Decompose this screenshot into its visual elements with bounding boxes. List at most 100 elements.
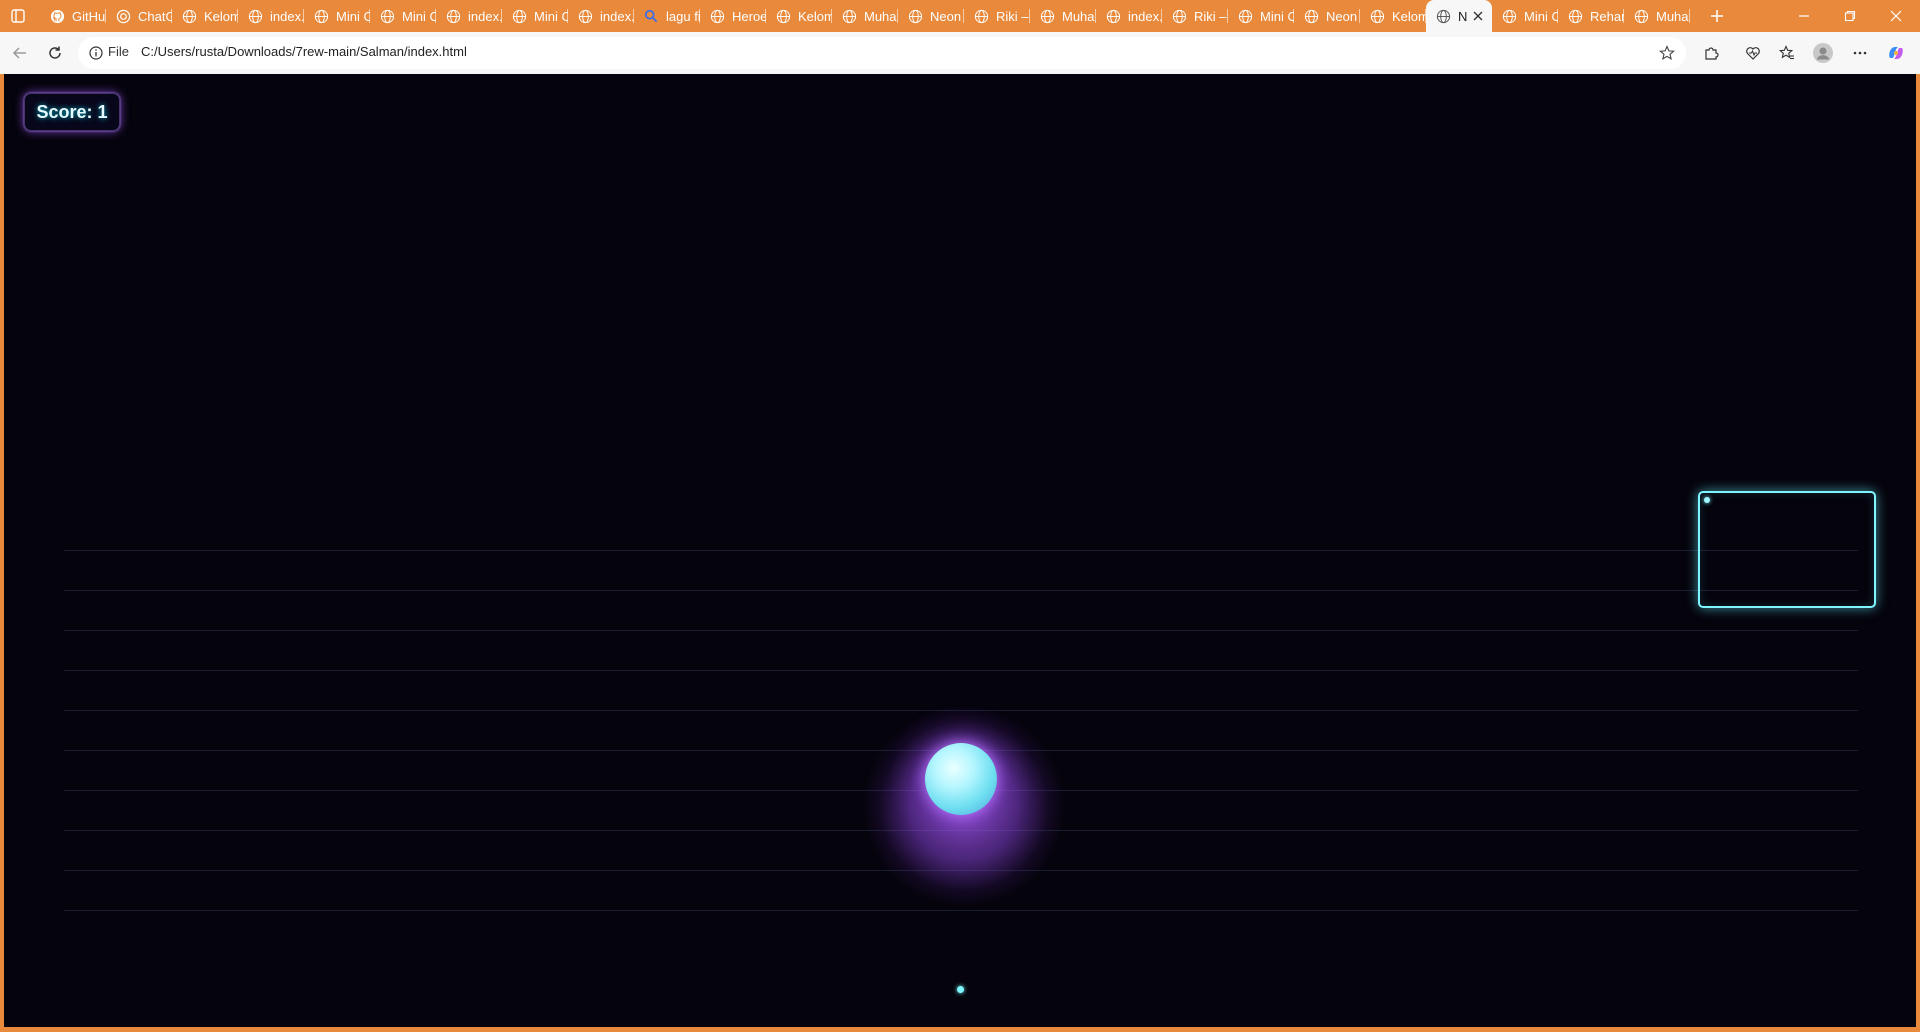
globe-icon xyxy=(1567,8,1583,24)
browser-tab[interactable]: Riki – xyxy=(964,0,1030,32)
browser-tab[interactable]: index. xyxy=(436,0,502,32)
browser-tab[interactable]: Riki – xyxy=(1162,0,1228,32)
browser-tab[interactable]: Heroe xyxy=(700,0,766,32)
tab-label: Muha xyxy=(864,8,897,24)
restore-button[interactable] xyxy=(1827,0,1873,32)
tab-label: GitHub xyxy=(72,8,106,24)
favorites-button[interactable] xyxy=(1775,41,1799,65)
favorites-icon xyxy=(1779,45,1794,60)
browser-tab[interactable]: Rehan xyxy=(1558,0,1624,32)
score-value: 1 xyxy=(97,101,108,122)
extensions-button[interactable] xyxy=(1699,41,1723,65)
globe-icon xyxy=(511,8,527,24)
target-marker xyxy=(1704,497,1710,503)
close-window-button[interactable] xyxy=(1873,0,1919,32)
globe-icon xyxy=(841,8,857,24)
lane-line xyxy=(64,910,1858,911)
browser-tab[interactable]: Kelom xyxy=(766,0,832,32)
globe-icon xyxy=(1633,8,1649,24)
score-label: Score: xyxy=(36,101,93,122)
player-orb[interactable] xyxy=(925,743,997,815)
browser-tab[interactable]: Mini C xyxy=(1492,0,1558,32)
tab-label: Neon xyxy=(930,8,962,24)
reload-icon xyxy=(49,46,61,59)
tab-label: Kelom xyxy=(1392,8,1426,24)
browser-tab[interactable]: Muha xyxy=(832,0,898,32)
tab-label: lagu fi xyxy=(666,8,700,24)
browser-tab[interactable]: Muha xyxy=(1030,0,1096,32)
reload-button[interactable] xyxy=(43,41,67,65)
avatar-icon xyxy=(1813,43,1833,63)
browser-tab[interactable]: lagu fi xyxy=(634,0,700,32)
browser-tab[interactable]: GitHub xyxy=(40,0,106,32)
globe-icon xyxy=(1039,8,1055,24)
plus-icon xyxy=(1711,10,1723,22)
browser-tab[interactable]: Mini C xyxy=(370,0,436,32)
extensions-icon xyxy=(1705,47,1719,60)
browser-essentials-button[interactable] xyxy=(1741,41,1765,65)
close-tab-icon[interactable] xyxy=(1470,8,1486,24)
browser-tab[interactable]: N xyxy=(1426,0,1492,32)
browser-toolbar: File C:/Users/rusta/Downloads/7rew-main/… xyxy=(0,32,1920,74)
browser-tab[interactable]: Mini C xyxy=(304,0,370,32)
search-icon xyxy=(643,8,659,24)
browser-tab[interactable]: Mini C xyxy=(502,0,568,32)
profile-button[interactable] xyxy=(1811,41,1835,65)
tab-label: Heroe xyxy=(732,8,766,24)
address-bar[interactable]: File C:/Users/rusta/Downloads/7rew-main/… xyxy=(78,37,1686,69)
browser-tab[interactable]: Neon xyxy=(1294,0,1360,32)
target-box xyxy=(1698,491,1876,608)
site-info-icon[interactable] xyxy=(88,45,104,61)
globe-icon xyxy=(445,8,461,24)
globe-icon xyxy=(1105,8,1121,24)
settings-more-button[interactable] xyxy=(1848,41,1872,65)
tab-label: index. xyxy=(600,8,634,24)
game-canvas[interactable]: Score: 1 xyxy=(4,74,1916,1027)
more-icon xyxy=(1853,51,1867,55)
tab-label: Muha xyxy=(1062,8,1095,24)
back-button[interactable] xyxy=(8,41,32,65)
globe-icon xyxy=(1171,8,1187,24)
browser-tab[interactable]: index. xyxy=(238,0,304,32)
browser-tab[interactable]: index. xyxy=(1096,0,1162,32)
minimize-button[interactable] xyxy=(1781,0,1827,32)
close-icon xyxy=(1890,10,1902,22)
tab-label: Mini C xyxy=(1524,8,1558,24)
browser-tab[interactable]: Kelompok xyxy=(172,0,238,32)
tab-label: Muha xyxy=(1656,8,1689,24)
chatgpt-icon xyxy=(115,8,131,24)
globe-icon xyxy=(1435,8,1451,24)
heart-pulse-icon xyxy=(1746,47,1760,60)
tab-actions-button[interactable] xyxy=(9,7,27,25)
lane-line xyxy=(64,590,1858,591)
tab-strip: GitHub ChatGPT Kelompok index. Mini C Mini C i… xyxy=(0,0,1920,32)
tab-label: Mini C xyxy=(336,8,370,24)
copilot-icon xyxy=(1889,47,1903,59)
globe-icon xyxy=(1369,8,1385,24)
browser-tab[interactable]: Kelom xyxy=(1360,0,1426,32)
address-url[interactable]: C:/Users/rusta/Downloads/7rew-main/Salma… xyxy=(141,44,467,59)
tab-label: Mini C xyxy=(402,8,436,24)
minimize-icon xyxy=(1799,15,1809,17)
globe-icon xyxy=(1303,8,1319,24)
tab-label: index. xyxy=(468,8,502,24)
globe-icon xyxy=(1501,8,1517,24)
browser-tab[interactable]: Muha xyxy=(1624,0,1690,32)
new-tab-button[interactable] xyxy=(1707,6,1727,26)
tab-actions-icon xyxy=(11,9,25,23)
tab-label: Riki – xyxy=(996,8,1029,24)
tab-label: index. xyxy=(1128,8,1162,24)
globe-icon xyxy=(709,8,725,24)
globe-icon xyxy=(775,8,791,24)
copilot-button[interactable] xyxy=(1884,41,1908,65)
lane-line xyxy=(64,670,1858,671)
browser-tab[interactable]: ChatGPT xyxy=(106,0,172,32)
browser-tab[interactable]: index. xyxy=(568,0,634,32)
browser-tab[interactable]: Mini C xyxy=(1228,0,1294,32)
browser-tab[interactable]: Neon xyxy=(898,0,964,32)
github-icon xyxy=(49,8,65,24)
tab-label: index. xyxy=(270,8,304,24)
tab-label: Mini C xyxy=(1260,8,1294,24)
spark-particle xyxy=(957,986,964,993)
favorite-star-icon[interactable] xyxy=(1658,44,1676,62)
